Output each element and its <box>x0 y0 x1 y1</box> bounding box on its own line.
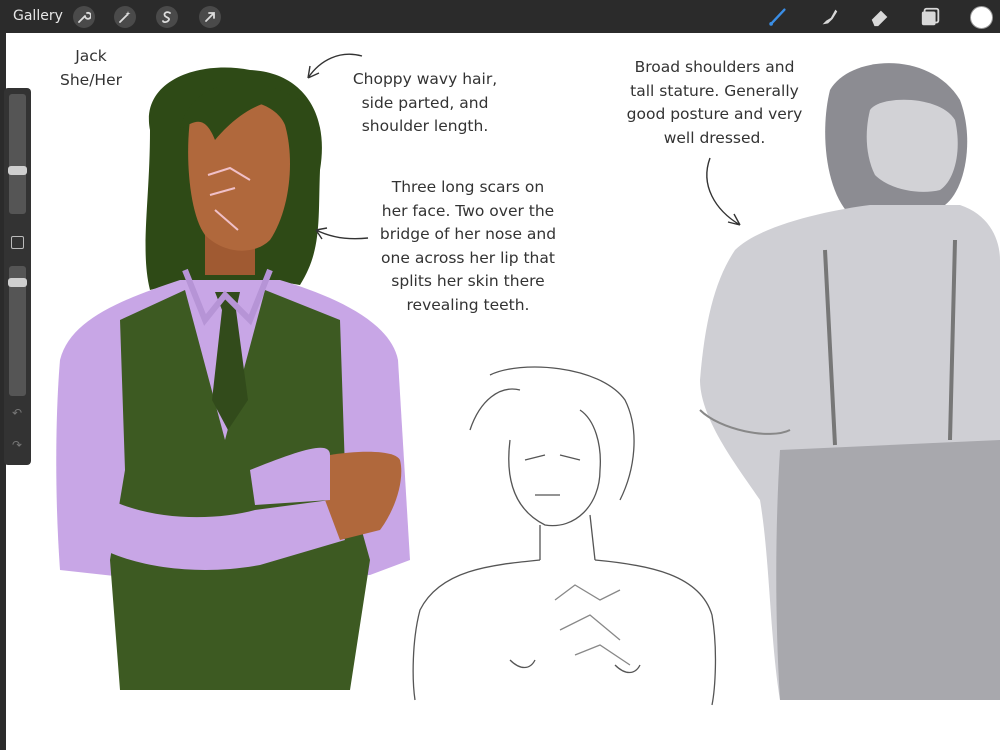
hair-note: Choppy wavy hair, side parted, and shoul… <box>335 68 515 139</box>
scars-note: Three long scars on her face. Two over t… <box>368 176 568 317</box>
scars-note-line: one across her lip that <box>381 248 555 267</box>
hair-note-line: Choppy wavy hair, <box>352 70 498 88</box>
character-pronouns: She/Her <box>60 70 122 89</box>
build-note-line: well dressed. <box>663 128 766 147</box>
arrow-scars <box>315 227 369 240</box>
scars-note-line: Three long scars on <box>391 178 545 196</box>
build-note-line: good posture and very <box>626 105 803 123</box>
build-note-line: Broad shoulders and <box>634 58 795 76</box>
build-note: Broad shoulders and tall stature. Genera… <box>612 56 817 150</box>
hair-note-line: shoulder length. <box>361 117 489 135</box>
scars-note-line: revealing teeth. <box>406 295 530 314</box>
scars-note-line: her face. Two over the <box>381 201 555 220</box>
character-name-label: Jack She/Her <box>55 45 127 92</box>
line-sketch-figure <box>412 366 717 706</box>
character-name: Jack <box>75 47 107 65</box>
colored-character-illustration <box>56 67 410 690</box>
arrow-build <box>706 157 741 226</box>
build-note-line: tall stature. Generally <box>630 81 799 100</box>
scars-note-line: splits her skin there <box>391 272 545 290</box>
scars-note-line: bridge of her nose and <box>379 225 557 243</box>
hair-note-line: side parted, and <box>361 93 489 112</box>
gray-sketch-figure <box>699 63 1000 700</box>
